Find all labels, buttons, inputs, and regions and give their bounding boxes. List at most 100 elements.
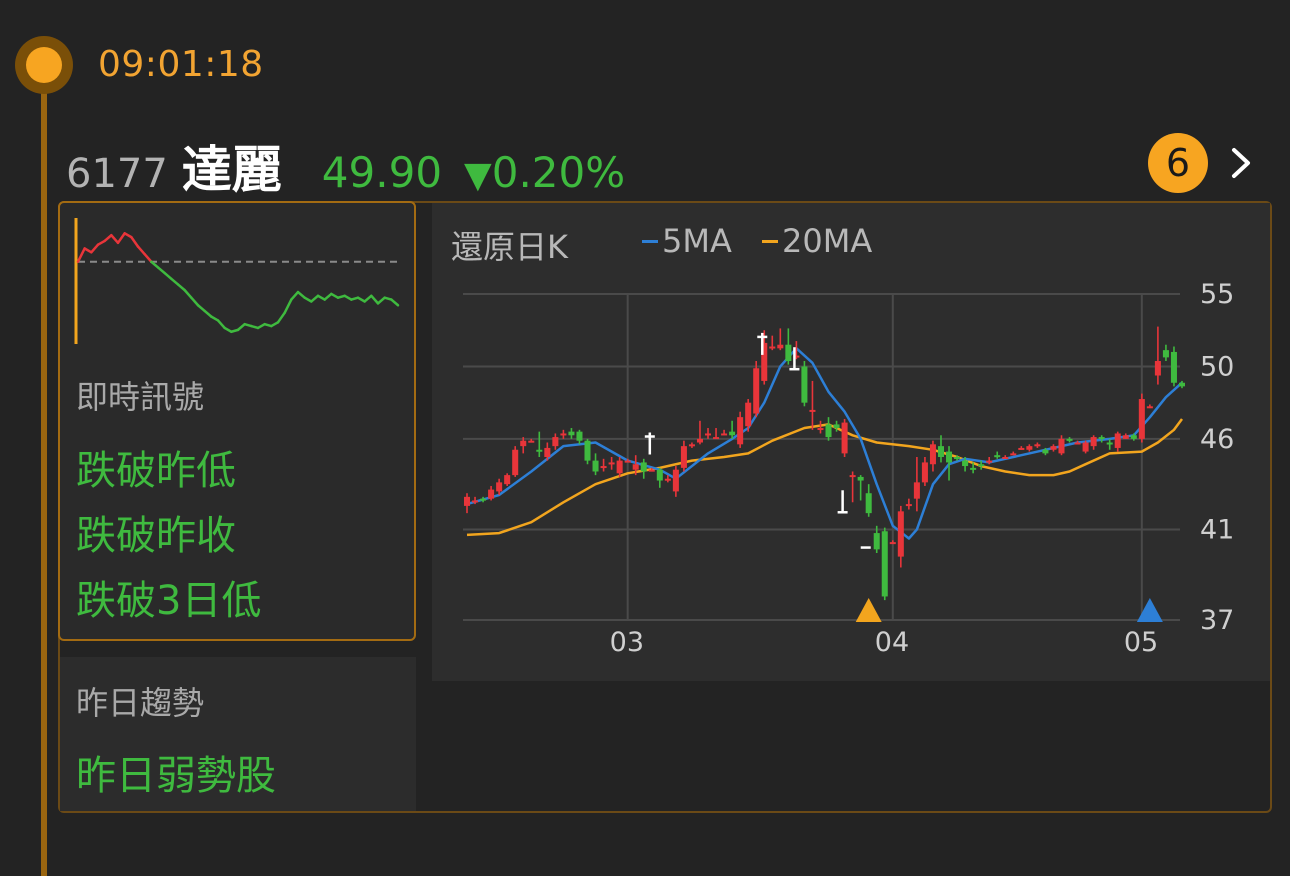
candle-body xyxy=(817,428,824,431)
candle-body xyxy=(520,440,527,447)
candle-body xyxy=(737,417,744,445)
candle-body xyxy=(954,457,961,459)
candle-body xyxy=(504,475,511,485)
candle-body xyxy=(825,424,832,438)
candle-body xyxy=(729,431,736,436)
candle-body xyxy=(1122,435,1129,439)
candle-body xyxy=(616,460,623,474)
candle-body xyxy=(472,500,479,503)
candle-body xyxy=(921,462,928,483)
candle-body xyxy=(480,498,487,501)
candle-body xyxy=(576,431,583,441)
candle-body xyxy=(1098,437,1105,440)
candle-body xyxy=(929,444,936,465)
candle-body xyxy=(745,402,752,427)
y-tick-label: 50 xyxy=(1200,351,1234,382)
candle-body xyxy=(769,346,776,349)
y-tick-label: 41 xyxy=(1200,514,1234,545)
candle-body xyxy=(986,460,993,463)
candle-body xyxy=(488,489,495,499)
candle-body xyxy=(905,504,912,507)
candle-body xyxy=(1130,435,1137,439)
candle-body xyxy=(1042,449,1049,454)
candle-body xyxy=(881,531,888,597)
candle-body xyxy=(704,433,712,436)
x-tick-label: 04 xyxy=(875,627,909,658)
candle-body xyxy=(1154,361,1161,376)
candle-body xyxy=(648,469,655,472)
candle-body xyxy=(528,440,535,443)
candle-body xyxy=(536,449,543,452)
candle-body xyxy=(753,368,760,414)
candle-body xyxy=(1034,444,1041,447)
candle-body xyxy=(1146,406,1153,409)
candle-body xyxy=(857,476,864,481)
candle-body xyxy=(680,446,687,468)
candle-body xyxy=(721,433,728,436)
candle-body xyxy=(809,409,816,412)
candle-body xyxy=(1178,382,1186,387)
candle-body xyxy=(664,478,671,481)
candlestick-chart: 55 50 46 41 37 03 04 05 xyxy=(463,279,1234,658)
candle-body xyxy=(873,533,880,550)
signal-triangle-icon xyxy=(1136,598,1163,622)
candle-body xyxy=(889,542,896,545)
candle-body xyxy=(946,451,953,463)
x-tick-label: 03 xyxy=(610,627,644,658)
y-tick-label: 55 xyxy=(1200,279,1234,310)
y-tick-label: 37 xyxy=(1200,605,1234,636)
candle-body xyxy=(624,460,631,463)
candle-body xyxy=(713,437,720,440)
candle-body xyxy=(897,511,904,557)
candle-body xyxy=(1074,442,1081,445)
candle-body xyxy=(584,440,591,461)
candle-body xyxy=(496,482,503,492)
candle-body xyxy=(962,460,969,467)
candle-body xyxy=(688,444,695,447)
candle-body xyxy=(696,438,703,443)
candle-body xyxy=(1066,438,1073,441)
candle-body xyxy=(568,431,575,436)
candle-body xyxy=(937,446,945,457)
candle-body xyxy=(600,466,607,469)
candle-body xyxy=(463,496,471,506)
candle-body xyxy=(512,449,519,476)
candle-body xyxy=(978,464,985,467)
candle-body xyxy=(994,455,1001,458)
candle-body xyxy=(785,344,792,362)
candle-body xyxy=(865,493,872,514)
candle-body xyxy=(777,344,784,349)
candle-body xyxy=(1050,446,1057,450)
candle-body xyxy=(1090,437,1097,447)
ma20-line xyxy=(466,418,1184,537)
candle-body xyxy=(640,462,647,472)
candle-body xyxy=(632,464,639,470)
candle-body xyxy=(1010,453,1017,456)
candle-body xyxy=(1114,433,1121,448)
candle-body xyxy=(1082,442,1089,452)
candle-body xyxy=(1162,350,1169,358)
candle-body xyxy=(841,422,848,454)
candle-body xyxy=(1138,399,1145,439)
candle-body xyxy=(1026,446,1033,450)
candle-body xyxy=(913,482,920,499)
candle-body xyxy=(801,366,808,403)
x-tick-label: 05 xyxy=(1124,627,1158,658)
candle-body xyxy=(849,475,856,478)
candle-body xyxy=(1106,442,1113,445)
candle-body xyxy=(672,469,679,492)
candle-body xyxy=(970,467,977,470)
signal-triangle-icon xyxy=(855,598,882,622)
candle-body xyxy=(608,462,615,465)
y-tick-label: 46 xyxy=(1200,424,1234,455)
candle-body xyxy=(1018,447,1025,450)
candle-body xyxy=(592,460,599,472)
candle-body xyxy=(544,447,551,457)
candle-body xyxy=(656,469,663,481)
candle-body xyxy=(1002,457,1009,459)
candle-body xyxy=(1170,351,1177,383)
candle-body xyxy=(560,433,567,436)
candle-body xyxy=(1058,438,1065,454)
candle-body xyxy=(552,437,559,447)
candle-body xyxy=(833,424,840,429)
